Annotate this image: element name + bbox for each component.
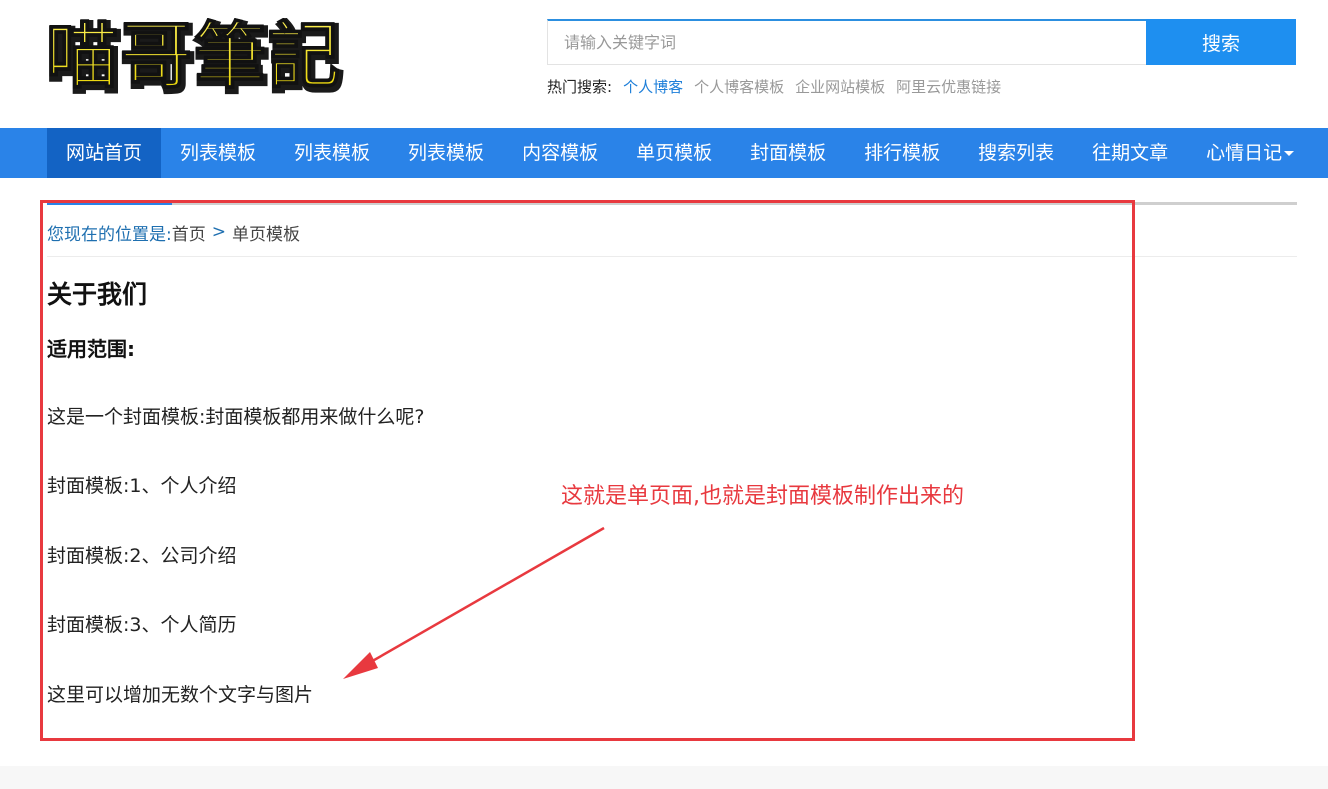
footer-strip [0,766,1328,789]
annotation-arrow-icon [343,526,605,679]
